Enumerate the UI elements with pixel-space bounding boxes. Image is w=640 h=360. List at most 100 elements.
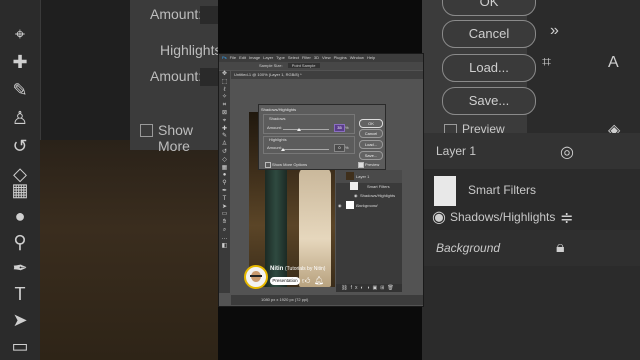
menu-plugins[interactable]: Plugins [334, 55, 347, 60]
highlights-amount-input[interactable]: 0 [334, 144, 345, 152]
ps-logo-icon: Ps [222, 55, 227, 60]
load-button[interactable]: Load... [359, 140, 383, 149]
highlights-label-zoom: Highlights [160, 42, 218, 58]
visibility-eye-icon[interactable]: ◉ [432, 207, 446, 227]
history-brush-icon: ↺ [12, 136, 28, 156]
cancel-button-zoom[interactable]: Cancel [442, 20, 536, 48]
creator-handle: (Tutorials by Nitin) [285, 266, 326, 272]
menu-3d[interactable]: 3D [314, 55, 319, 60]
shape-icon: ▭ [11, 336, 29, 356]
menu-filter[interactable]: Filter [302, 55, 311, 60]
smart-object-icon: ◎ [560, 144, 574, 161]
menu-type[interactable]: Type [276, 55, 285, 60]
ok-button-zoom[interactable]: OK [442, 0, 536, 16]
show-more-options-checkbox[interactable] [265, 162, 271, 168]
gradient-icon: ▦ [11, 180, 29, 200]
creator-name-text: Nitin [270, 266, 284, 272]
shadows-amount-label-zoom: Amount: [150, 6, 203, 22]
sample-size-label: Sample Size: [259, 63, 283, 68]
shape-tool-icon[interactable]: ▭ [219, 211, 230, 219]
highlights-amount-field-zoom [200, 68, 218, 86]
shadows-label: Shadows [269, 116, 286, 121]
dodge-tool-icon[interactable]: ⚲ [219, 180, 230, 188]
menu-help[interactable]: Help [367, 55, 375, 60]
move-tool-icon[interactable]: ✥ [219, 71, 230, 79]
show-more-checkbox-zoom[interactable] [140, 124, 153, 137]
creator-name: Nitin (Tutorials by Nitin) [270, 266, 325, 272]
marquee-tool-icon[interactable]: ⬚ [219, 79, 230, 87]
highlights-amount-label: Amount: [267, 145, 282, 150]
dodge-icon: ⚲ [13, 232, 27, 252]
presentation-pill[interactable]: Presentation [270, 277, 300, 285]
avatar-glasses [250, 275, 262, 277]
menu-image[interactable]: Image [249, 55, 260, 60]
eyedropper-icon: ⌖ [14, 24, 26, 44]
crop-icon: ⌗ [542, 54, 552, 71]
pen-icon: ✒ [12, 258, 28, 278]
notification-bell-icon[interactable]: 🔔︎ [314, 276, 324, 286]
highlights-amount-slider[interactable] [283, 149, 329, 150]
document-tab[interactable]: Untitled-1 @ 100% (Layer 1, RGB/8) * [231, 71, 423, 79]
gradient-tool-icon[interactable]: ▦ [219, 165, 230, 173]
background-row[interactable]: ◉ Background [336, 199, 402, 212]
load-button-zoom[interactable]: Load... [442, 54, 536, 82]
type-tool-icon[interactable]: T [219, 196, 230, 204]
brush-tool-icon[interactable]: ✎ [219, 133, 230, 141]
left-zoom-panel: ⌖ ✚ ✎ ♙ ↺ ◇ ▦ ● ⚲ ✒ T ➤ ▭ Amount: Highli… [0, 0, 218, 360]
path-tool-icon[interactable]: ➤ [219, 204, 230, 212]
ok-button[interactable]: OK [359, 119, 383, 128]
eraser-tool-icon[interactable]: ◇ [219, 157, 230, 165]
preview-label: Preview [365, 162, 380, 167]
path-select-icon: ➤ [12, 310, 28, 330]
menu-view[interactable]: View [322, 55, 331, 60]
show-more-label-zoom: Show More [158, 122, 194, 154]
type-icon: T [14, 284, 26, 304]
layer-name-zoom: Layer 1 [436, 144, 477, 158]
save-button[interactable]: Save... [359, 151, 383, 160]
menu-edit[interactable]: Edit [239, 55, 246, 60]
hand-tool-icon[interactable]: ✋︎ [219, 219, 230, 227]
zoom-tool-icon[interactable]: ⌕ [219, 227, 230, 235]
blur-icon: ● [14, 206, 26, 226]
sample-size-select[interactable]: Point Sample [287, 63, 320, 68]
preview-checkbox[interactable] [358, 162, 364, 168]
lock-icon: 🔒︎ [556, 239, 565, 256]
pen-tool-icon[interactable]: ✒ [219, 188, 230, 196]
save-button-zoom[interactable]: Save... [442, 87, 536, 115]
frame-tool-icon[interactable]: ⊠ [219, 110, 230, 118]
menu-file[interactable]: File [230, 55, 236, 60]
creator-badge: Nitin (Tutorials by Nitin) Presentation … [244, 262, 334, 289]
eyedropper-tool-icon[interactable]: ⌖ [219, 118, 230, 126]
quick-select-icon[interactable]: ✧ [219, 94, 230, 102]
tools-panel: ✥ ⬚ ℓ ✧ ⌗ ⊠ ⌖ ✚ ✎ ♙ ↺ ◇ ▦ ● ⚲ ✒ T ➤ ▭ ✋︎… [219, 71, 230, 293]
blur-tool-icon[interactable]: ● [219, 172, 230, 180]
menu-layer[interactable]: Layer [263, 55, 273, 60]
background-row-zoom[interactable]: Background 🔒︎ [422, 230, 640, 266]
history-tool-icon[interactable]: ↺ [219, 149, 230, 157]
background-name: Background [356, 203, 378, 208]
menu-bar: Ps File Edit Image Layer Type Select Filter 3D Vi… [219, 54, 423, 62]
shadows-slider-knob[interactable] [297, 128, 302, 131]
highlights-slider-knob[interactable] [281, 148, 285, 151]
left-zoom-photo [40, 140, 218, 360]
shadows-amount-input[interactable]: 35 [334, 124, 345, 132]
crop-tool-icon[interactable]: ⌗ [219, 102, 230, 110]
stamp-tool-icon[interactable]: ♙ [219, 141, 230, 149]
layers-panel: Layer 1 Smart Filters ◉ Shadows/Highligh… [336, 170, 402, 292]
shadows-amount-slider[interactable] [283, 129, 329, 130]
highlights-amount-label-zoom: Amount: [150, 68, 203, 84]
color-swatches-icon[interactable]: ◧ [219, 243, 230, 251]
background-eye-icon[interactable]: ◉ [338, 199, 342, 212]
thumbs-up-icon[interactable]: 👍︎ [302, 276, 310, 286]
layers-footer-icons[interactable]: ⛓fx◐◑▣⊞🗑︎ [336, 284, 402, 292]
smart-filter-mask-zoom [434, 176, 456, 206]
shadows-percent: % [345, 125, 349, 130]
filter-options-icon[interactable]: ≑ [560, 208, 573, 228]
layer-row-zoom[interactable]: Layer 1 ◎ [422, 133, 640, 169]
menu-window[interactable]: Window [350, 55, 364, 60]
type-panel-icon: A [608, 54, 619, 71]
menu-select[interactable]: Select [288, 55, 299, 60]
more-tools-icon[interactable]: … [219, 235, 230, 243]
cancel-button[interactable]: Cancel [359, 129, 383, 138]
background-label-zoom: Background [436, 241, 501, 255]
